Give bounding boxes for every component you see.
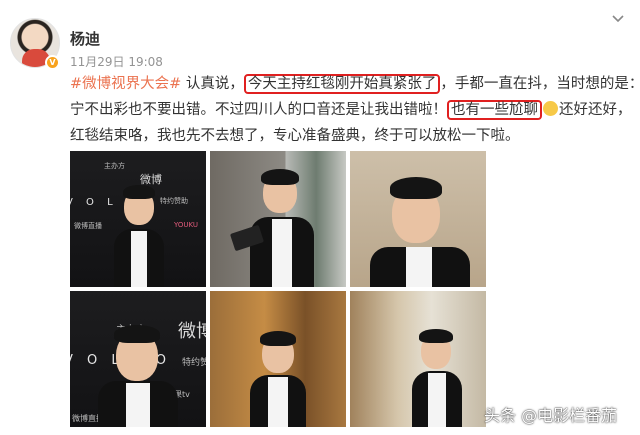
text-segment: 还好还好， <box>559 102 632 118</box>
watermark-text: 头条 @电影栏番茄 <box>484 406 618 425</box>
photo-thumbnail[interactable] <box>210 291 346 427</box>
photo-thumbnail[interactable]: 主办方 微博 特约赞助 V O L V O 微博直播 YOUKU <box>70 151 206 287</box>
verified-badge-icon: V <box>45 55 60 70</box>
backdrop-text: 特约赞助 <box>182 358 206 368</box>
emoji-icon <box>543 101 558 116</box>
photo-thumbnail[interactable] <box>350 291 486 427</box>
chevron-down-icon[interactable] <box>611 14 625 24</box>
photo-thumbnail[interactable] <box>350 151 486 287</box>
text-segment: ，手都一直在抖，当时想的是： <box>440 76 640 92</box>
text-segment: 宁不出彩也不要出错。不过四川人的口音还是让我出错啦！ <box>70 102 447 118</box>
photo-thumbnail[interactable]: 主办方 微博 特约赞助 V O L V O 芒果tv 微博直播 <box>70 291 206 427</box>
post-timestamp[interactable]: 11月29日 19:08 <box>70 53 163 70</box>
backdrop-text: 主办方 <box>104 162 125 170</box>
backdrop-text: 微博直播 <box>74 222 102 230</box>
backdrop-text: 微博 <box>178 321 206 342</box>
photo-thumbnail[interactable] <box>210 151 346 287</box>
highlighted-phrase: 也有一些尬聊 <box>447 100 542 120</box>
post-text-line: #微博视界大会# 认真说， 今天主持红毯刚开始真紧张了 ，手都一直在抖，当时想的是： <box>70 72 640 94</box>
backdrop-text: 特约赞助 <box>160 197 188 205</box>
post-text-line: 宁不出彩也不要出错。不过四川人的口音还是让我出错啦！ 也有一些尬聊 还好还好， <box>70 98 632 120</box>
topic-link[interactable]: #微博视界大会# <box>70 76 181 92</box>
author-name[interactable]: 杨迪 <box>70 28 100 49</box>
backdrop-text: YOUKU <box>174 221 199 229</box>
text-segment: 认真说， <box>181 76 244 92</box>
post-text-line: 红毯结束咯，我也先不去想了，专心准备盛典，终于可以放松一下啦。 <box>70 128 520 144</box>
highlighted-phrase: 今天主持红毯刚开始真紧张了 <box>243 74 441 94</box>
